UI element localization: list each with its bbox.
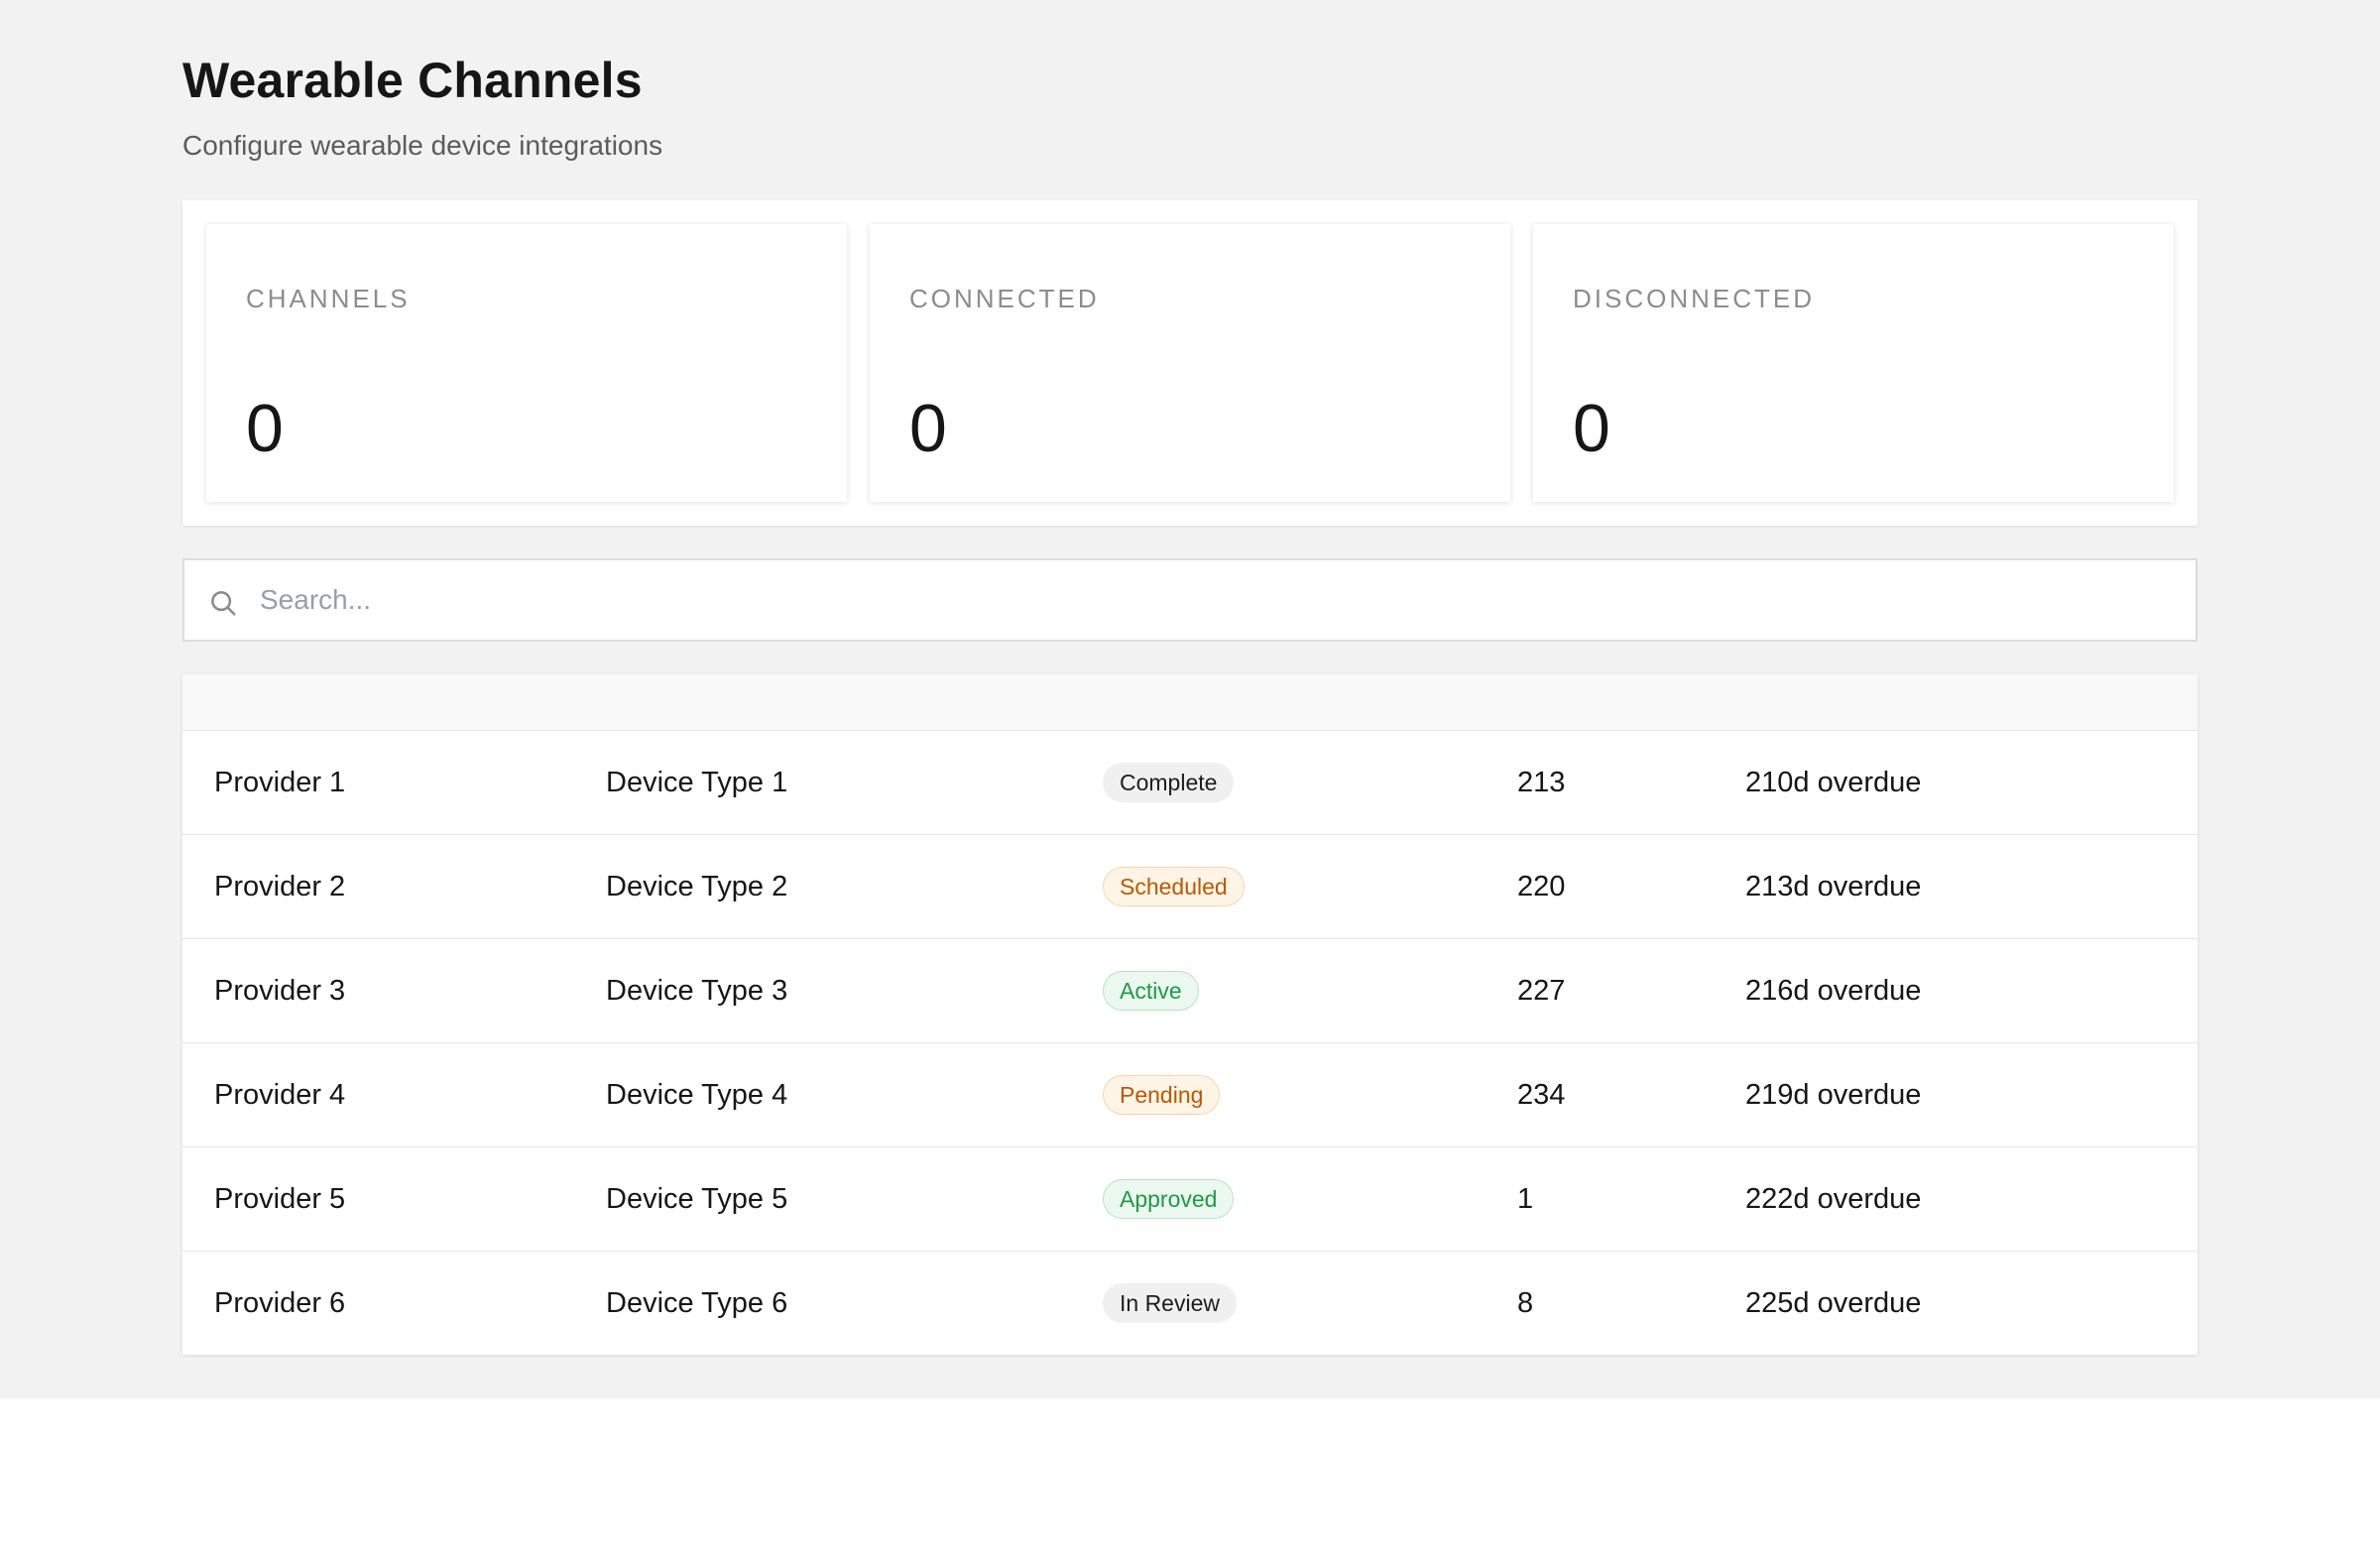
due-cell: 210d overdue: [1745, 767, 1922, 798]
table-row[interactable]: Provider 2 Device Type 2 Scheduled 220 2…: [182, 834, 2198, 938]
stats-panel: CHANNELS 0 CONNECTED 0 DISCONNECTED 0: [182, 200, 2198, 526]
device-type-cell: Device Type 6: [606, 1287, 788, 1319]
channels-table: Provider 1 Device Type 1 Complete 213 21…: [182, 674, 2198, 1355]
status-badge: Approved: [1103, 1179, 1235, 1219]
stat-label: DISCONNECTED: [1573, 284, 1816, 313]
status-badge: In Review: [1103, 1283, 1237, 1323]
provider-cell: Provider 6: [214, 1287, 346, 1319]
provider-cell: Provider 4: [214, 1079, 346, 1111]
table-row[interactable]: Provider 3 Device Type 3 Active 227 216d…: [182, 938, 2198, 1042]
count-cell: 8: [1517, 1287, 1534, 1319]
device-type-cell: Device Type 1: [606, 767, 788, 798]
stat-card-connected: CONNECTED 0: [870, 224, 1510, 502]
stat-label: CHANNELS: [246, 284, 411, 313]
table-row[interactable]: Provider 6 Device Type 6 In Review 8 225…: [182, 1251, 2198, 1355]
status-badge: Active: [1103, 971, 1199, 1011]
stat-value: 0: [1573, 391, 1610, 466]
due-cell: 213d overdue: [1745, 871, 1922, 902]
table-row[interactable]: Provider 5 Device Type 5 Approved 1 222d…: [182, 1146, 2198, 1251]
due-cell: 219d overdue: [1745, 1079, 1922, 1111]
count-cell: 213: [1517, 767, 1566, 798]
device-type-cell: Device Type 2: [606, 871, 788, 902]
provider-cell: Provider 3: [214, 975, 346, 1007]
search-bar[interactable]: [182, 558, 2198, 642]
status-badge: Scheduled: [1103, 867, 1245, 906]
device-type-cell: Device Type 3: [606, 975, 788, 1007]
status-badge: Pending: [1103, 1075, 1221, 1115]
stat-value: 0: [909, 391, 947, 466]
provider-cell: Provider 1: [214, 767, 346, 798]
stat-value: 0: [246, 391, 284, 466]
device-type-cell: Device Type 5: [606, 1183, 788, 1215]
table-row[interactable]: Provider 4 Device Type 4 Pending 234 219…: [182, 1042, 2198, 1146]
count-cell: 227: [1517, 975, 1566, 1007]
stat-label: CONNECTED: [909, 284, 1100, 313]
provider-cell: Provider 2: [214, 871, 346, 902]
stat-card-disconnected: DISCONNECTED 0: [1533, 224, 2174, 502]
count-cell: 234: [1517, 1079, 1566, 1111]
device-type-cell: Device Type 4: [606, 1079, 788, 1111]
due-cell: 222d overdue: [1745, 1183, 1922, 1215]
page-subtitle: Configure wearable device integrations: [182, 130, 663, 161]
count-cell: 220: [1517, 871, 1566, 902]
search-input[interactable]: [260, 560, 2144, 640]
provider-cell: Provider 5: [214, 1183, 346, 1215]
page-title: Wearable Channels: [182, 53, 643, 108]
status-badge: Complete: [1103, 763, 1235, 802]
search-icon: [211, 591, 236, 616]
stat-card-channels: CHANNELS 0: [206, 224, 847, 502]
table-header: [182, 674, 2198, 730]
count-cell: 1: [1517, 1183, 1534, 1215]
table-row[interactable]: Provider 1 Device Type 1 Complete 213 21…: [182, 730, 2198, 834]
due-cell: 225d overdue: [1745, 1287, 1922, 1319]
due-cell: 216d overdue: [1745, 975, 1922, 1007]
